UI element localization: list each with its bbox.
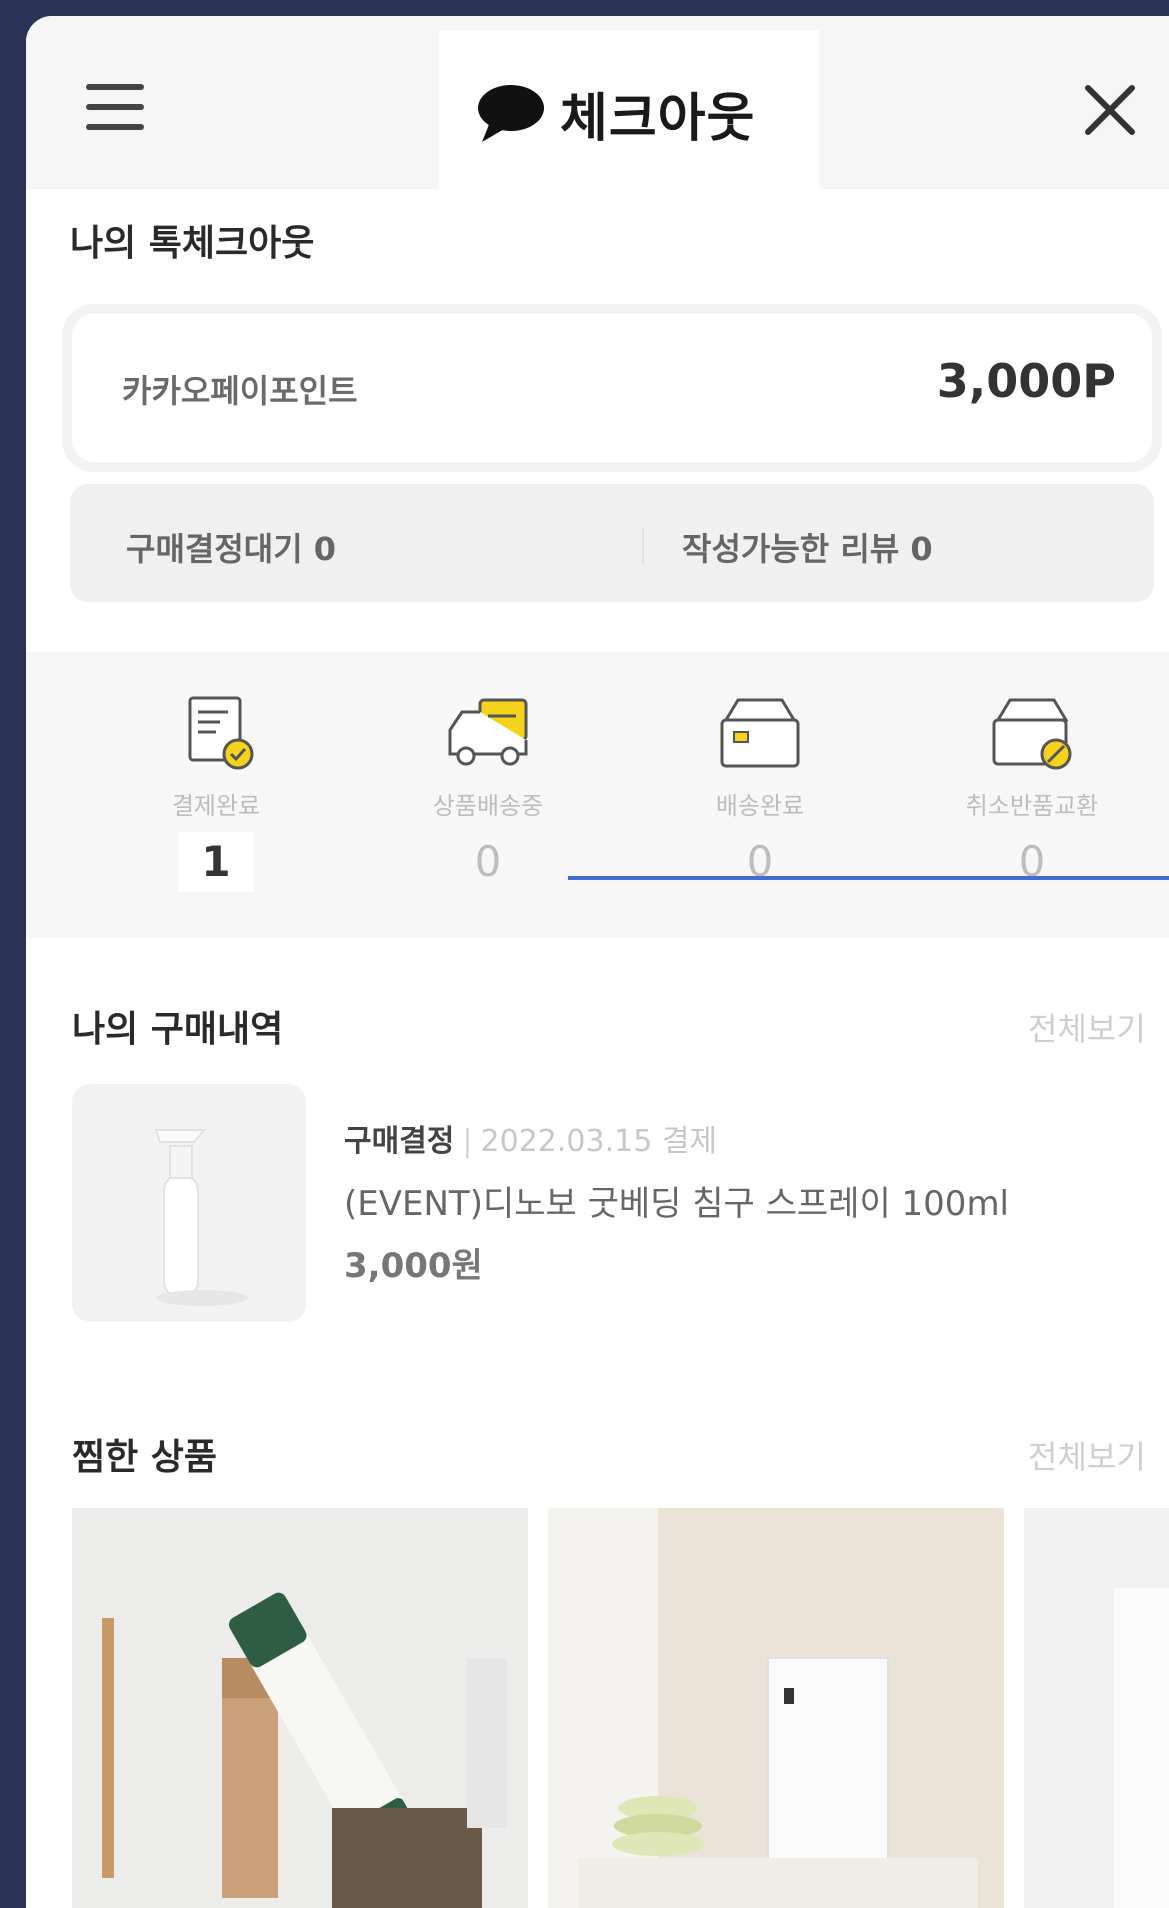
speech-bubble-icon bbox=[478, 85, 544, 142]
purchase-item-name[interactable]: (EVENT)디노보 굿베딩 침구 스프레이 100ml bbox=[344, 1176, 1009, 1225]
point-value: 3,000P bbox=[936, 354, 1116, 408]
status-label: 배송완료 bbox=[715, 792, 805, 820]
pending-purchase-link[interactable]: 구매결정대기 0 bbox=[126, 524, 336, 570]
purchase-history-see-all-link[interactable]: 전체보기 bbox=[1028, 1004, 1146, 1050]
purchase-history-title: 나의 구매내역 bbox=[72, 1009, 284, 1050]
spray-bottle-image bbox=[154, 1129, 248, 1306]
liked-products-title: 찜한 상품 bbox=[72, 1437, 218, 1478]
status-label: 상품배송중 bbox=[432, 792, 544, 820]
purchase-item-thumbnail[interactable] bbox=[72, 1084, 306, 1322]
purchase-item-status: 구매결정 bbox=[344, 1124, 455, 1159]
order-status-row: 결제완료 1 상품배송중 0 배송완료 0 취소반품교환 0 bbox=[26, 652, 1169, 938]
return-box-icon bbox=[992, 698, 1072, 770]
status-count: 0 bbox=[746, 837, 774, 886]
divider bbox=[642, 528, 644, 564]
liked-product-card[interactable] bbox=[548, 1508, 1004, 1908]
status-label: 결제완료 bbox=[171, 792, 261, 820]
selection-underline bbox=[568, 876, 1169, 880]
order-complete-icon bbox=[188, 696, 254, 770]
status-count: 0 bbox=[474, 837, 502, 886]
product-image bbox=[548, 1508, 1004, 1908]
point-card[interactable]: 카카오페이포인트 3,000P bbox=[72, 314, 1152, 462]
status-label: 취소반품교환 bbox=[965, 792, 1099, 820]
delivery-truck-icon bbox=[448, 698, 528, 766]
page-title: 체크아웃 bbox=[560, 88, 756, 149]
liked-products-see-all-link[interactable]: 전체보기 bbox=[1028, 1432, 1146, 1478]
close-icon[interactable] bbox=[1082, 82, 1138, 138]
status-payment-complete[interactable]: 결제완료 1 bbox=[116, 692, 316, 892]
liked-product-card[interactable] bbox=[1024, 1508, 1169, 1908]
product-image bbox=[72, 1508, 528, 1908]
status-count: 0 bbox=[1018, 837, 1046, 886]
hamburger-menu-icon[interactable] bbox=[86, 84, 144, 136]
status-delivered[interactable]: 배송완료 0 bbox=[660, 692, 860, 892]
purchase-item-meta: 구매결정 | 2022.03.15 결제 bbox=[344, 1124, 718, 1159]
status-shipping[interactable]: 상품배송중 0 bbox=[388, 692, 588, 892]
product-image bbox=[1024, 1508, 1169, 1908]
header-title: 체크아웃 bbox=[476, 78, 756, 149]
my-checkout-title: 나의 톡체크아웃 bbox=[70, 223, 315, 264]
status-count: 1 bbox=[178, 832, 254, 892]
pending-summary: 구매결정대기 0 작성가능한 리뷰 0 bbox=[70, 484, 1154, 602]
package-box-icon bbox=[720, 698, 800, 768]
header-bar: 체크아웃 bbox=[26, 16, 1169, 189]
liked-product-card[interactable] bbox=[72, 1508, 528, 1908]
pending-reviews-link[interactable]: 작성가능한 리뷰 0 bbox=[682, 524, 933, 570]
purchase-item-price: 3,000원 bbox=[344, 1246, 483, 1286]
checkout-panel: 체크아웃 나의 톡체크아웃 카카오페이포인트 3,000P 구매결정대기 0 작… bbox=[26, 16, 1169, 1908]
point-label: 카카오페이포인트 bbox=[122, 372, 358, 410]
purchase-item-date: 2022.03.15 결제 bbox=[480, 1124, 718, 1159]
status-cancel-return-exchange[interactable]: 취소반품교환 0 bbox=[932, 692, 1132, 892]
